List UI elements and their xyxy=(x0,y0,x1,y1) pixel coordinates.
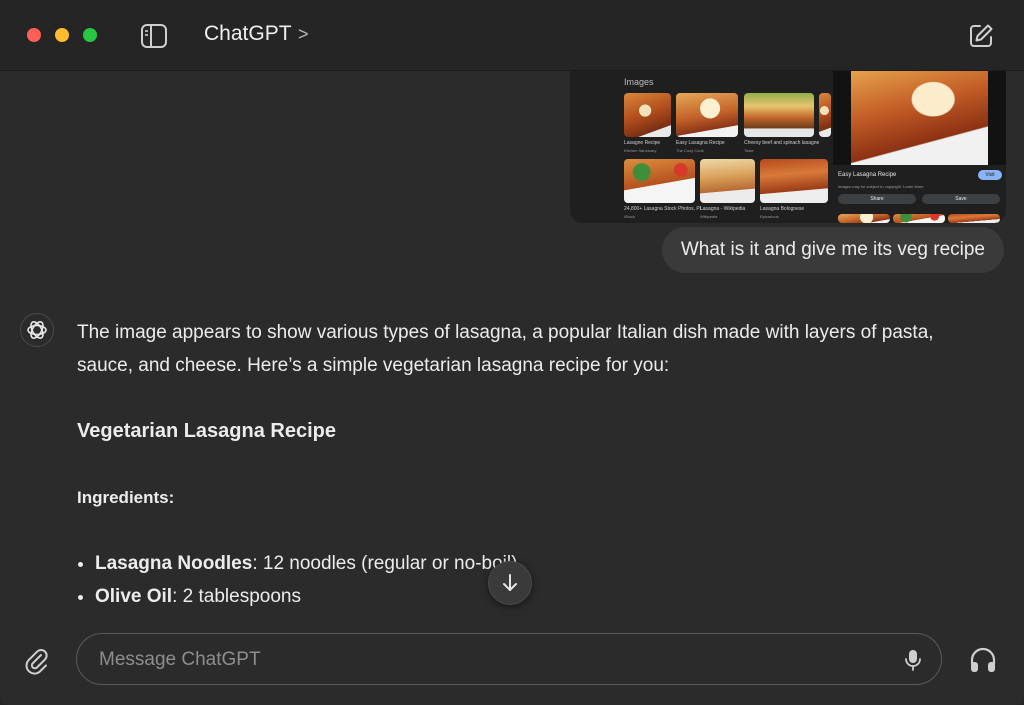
paperclip-icon[interactable] xyxy=(22,646,50,676)
sidebar-icon[interactable] xyxy=(140,23,168,49)
ingredient-detail: : 2 tablespoons xyxy=(172,586,301,607)
thumbnail-caption: Cheesy beef and spinach lasagne xyxy=(744,140,820,146)
preview-visit-button: Visit xyxy=(978,170,1002,180)
thumbnail-caption: 24,800+ Lasagna Stock Photos, Pi... xyxy=(624,206,706,212)
message-input[interactable] xyxy=(97,646,881,674)
ingredient-detail: : 12 noodles (regular or no-boil) xyxy=(252,553,518,574)
thumbnail-source: Taste xyxy=(744,148,754,153)
thumbnail xyxy=(760,159,828,203)
thumbnail-caption: Easy Lasagna Recipe xyxy=(676,140,725,146)
title-bar: ChatGPT > xyxy=(0,0,1024,71)
thumbnail xyxy=(819,93,831,137)
thumbnail-source: Kitchen Sanctuary xyxy=(624,148,657,153)
preview-subtitle: Images may be subject to copyright. Lear… xyxy=(838,184,924,189)
thumbnail-caption: Lasagna - Wikipedia xyxy=(700,206,746,212)
microphone-icon[interactable] xyxy=(903,648,923,672)
ingredient-name: Lasagna Noodles xyxy=(95,553,253,574)
chevron-right-icon[interactable]: > xyxy=(298,24,309,45)
assistant-intro: The image appears to show various types … xyxy=(77,322,934,376)
thumbnail-source: Wikipedia xyxy=(700,214,718,219)
thumbnail-source: Epicurious xyxy=(760,214,779,219)
model-selector[interactable]: ChatGPT xyxy=(204,22,292,46)
arrow-down-icon[interactable] xyxy=(488,561,532,605)
user-message: What is it and give me its veg recipe xyxy=(661,227,1004,273)
thumbnail-source: iStock xyxy=(624,214,635,219)
thumbnail xyxy=(838,214,890,223)
headphones-icon[interactable] xyxy=(967,644,999,676)
recipe-heading: Vegetarian Lasagna Recipe xyxy=(77,420,337,442)
zoom-window-button[interactable] xyxy=(83,28,97,42)
thumbnail xyxy=(624,159,695,203)
close-window-button[interactable] xyxy=(27,28,41,42)
thumbnail xyxy=(624,93,671,137)
ingredient-name: Olive Oil xyxy=(95,586,173,607)
thumbnail xyxy=(700,159,755,203)
conversation[interactable]: Images Lasagne Recipe Kitchen Sanctuary … xyxy=(0,71,1024,626)
thumbnail xyxy=(948,214,1000,223)
ingredients-heading: Ingredients: xyxy=(77,488,175,507)
app-window: ChatGPT > Images Lasagne Recipe Kitchen … xyxy=(0,0,1024,705)
openai-logo-icon xyxy=(20,313,54,347)
preview-save-button: Save xyxy=(922,194,1000,204)
preview-share-button: Share xyxy=(838,194,916,204)
preview-image xyxy=(833,71,1006,165)
uploaded-image[interactable]: Images Lasagne Recipe Kitchen Sanctuary … xyxy=(570,71,1006,223)
thumbnail-source: The Cozy Cook xyxy=(676,148,704,153)
compose-icon[interactable] xyxy=(967,22,995,50)
message-composer[interactable] xyxy=(76,633,942,685)
preview-title: Easy Lasagna Recipe xyxy=(838,172,897,178)
minimize-window-button[interactable] xyxy=(55,28,69,42)
thumbnail-caption: Lasagna Bolognese xyxy=(760,206,805,212)
thumbnail xyxy=(676,93,738,137)
thumbnail xyxy=(744,93,814,137)
thumbnail xyxy=(893,214,945,223)
image-section-label: Images xyxy=(624,77,654,87)
thumbnail-caption: Lasagne Recipe xyxy=(624,140,661,146)
